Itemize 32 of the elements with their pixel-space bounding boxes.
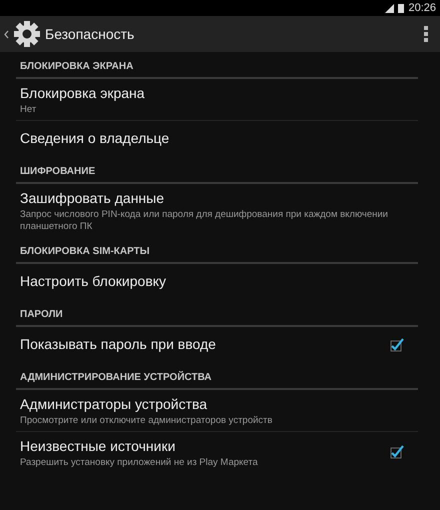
item-summary: Нет xyxy=(20,104,38,116)
item-title: Сведения о владельце xyxy=(20,129,170,148)
checkbox[interactable] xyxy=(390,444,404,459)
clock: 20:26 xyxy=(408,0,436,16)
item-summary: Просмотрите или отключите администраторов устройств xyxy=(20,414,274,426)
item-title: Настроить блокировку xyxy=(20,272,168,292)
checkbox[interactable] xyxy=(390,338,404,352)
settings-item[interactable]: Показывать пароль при вводе xyxy=(16,326,418,363)
section-header: ШИФРОВАНИЕ xyxy=(16,156,418,184)
section-header: ПАРОЛИ xyxy=(16,300,418,327)
item-title: Блокировка экрана xyxy=(20,84,146,103)
item-title: Показывать пароль при вводе xyxy=(20,335,217,354)
settings-item[interactable]: Администраторы устройства Просмотрите или отключите администраторов устройств xyxy=(16,390,418,432)
item-summary: Запрос числового PIN-кода или пароля для дешифрования при каждом включении планшетного ПК xyxy=(20,208,389,233)
section-header: БЛОКИРОВКА SIM-КАРТЫ xyxy=(16,236,418,264)
settings-item[interactable]: Блокировка экрана Нет xyxy=(16,79,418,121)
back-icon[interactable] xyxy=(4,30,9,38)
item-summary: Разрешить установку приложений не из Play Маркета xyxy=(20,456,259,468)
settings-item[interactable]: Сведения о владельце xyxy=(16,120,418,157)
settings-item[interactable]: Зашифровать данные Запрос числового PIN-кода или пароля для дешифрования при каждом включении планшетного ПК xyxy=(16,184,418,237)
settings-item[interactable]: Настроить блокировку xyxy=(16,264,418,300)
screen-title: Безопасность xyxy=(45,24,136,44)
section-header: АДМИНИСТРИРОВАНИЕ УСТРОЙСТВА xyxy=(16,362,418,390)
gear-icon[interactable] xyxy=(13,20,41,48)
item-title: Администраторы устройства xyxy=(20,394,208,414)
section-header: БЛОКИРОВКА ЭКРАНА xyxy=(16,52,418,79)
item-title: Зашифровать данные xyxy=(20,188,166,208)
battery-icon xyxy=(398,3,404,13)
settings-item[interactable]: Неизвестные источники Разрешить установку приложений не из Play Маркета xyxy=(16,432,418,472)
signal-icon xyxy=(385,4,394,12)
overflow-menu-icon[interactable] xyxy=(424,26,428,42)
item-title: Неизвестные источники xyxy=(20,436,176,456)
